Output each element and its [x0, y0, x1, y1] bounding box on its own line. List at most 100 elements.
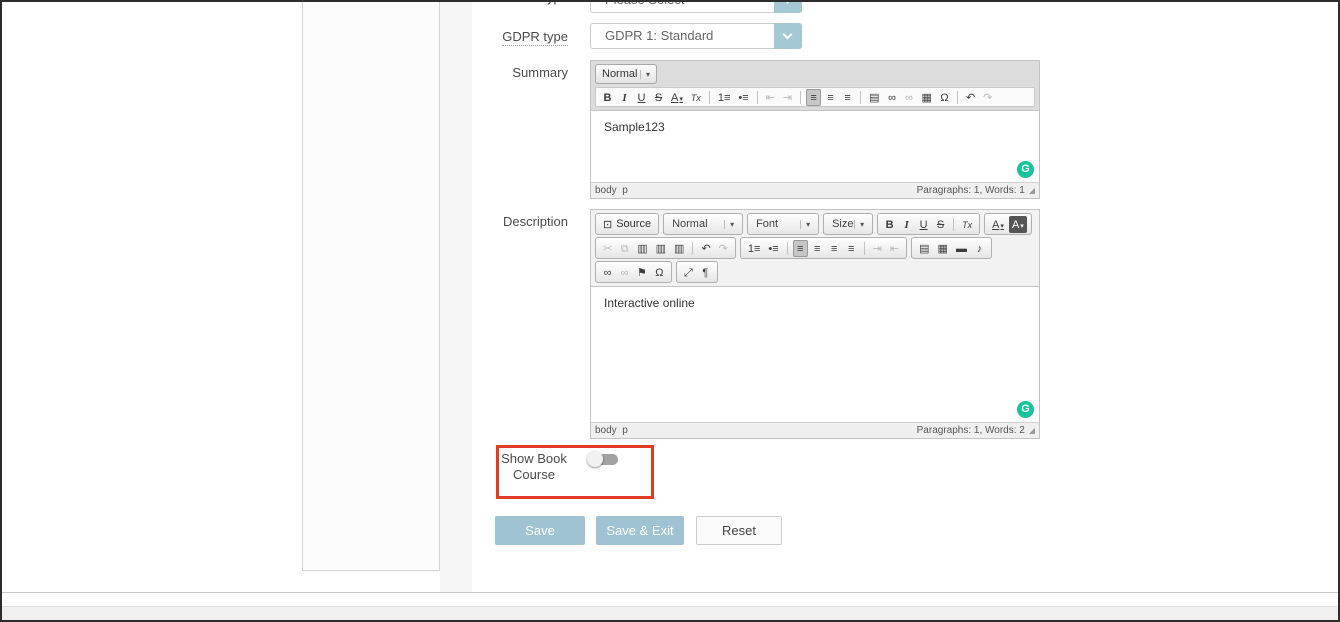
show-book-course-label: Show Book Course [498, 451, 570, 483]
chevron-down-icon: ▾ [1020, 223, 1024, 230]
description-text: Interactive online [604, 296, 695, 310]
toolbar-separator [787, 242, 788, 255]
maximize-icon[interactable]: ⤢ [681, 264, 696, 281]
outdent-icon: ⇤ [887, 240, 902, 257]
chevron-down-icon[interactable] [774, 23, 802, 49]
chevron-down-icon: ▾ [1000, 223, 1004, 230]
save-button[interactable]: Save [495, 516, 585, 545]
summary-editor-content[interactable]: Sample123 G [591, 111, 1039, 182]
description-toolbar-row: ∞∞⚑Ω⤢¶ [595, 261, 1035, 283]
table-icon[interactable]: ▦ [935, 240, 951, 257]
strikethrough-icon[interactable]: S [651, 89, 666, 106]
text-color-icon[interactable]: A▾ [668, 89, 686, 106]
italic-icon[interactable]: I [617, 89, 632, 106]
type-dropdown-value: Please Select [591, 0, 801, 12]
bg-color-icon[interactable]: A▾ [1009, 216, 1027, 233]
numbered-list-icon[interactable]: 1≡ [715, 89, 734, 106]
page-divider [2, 592, 1338, 593]
summary-label: Summary [472, 65, 568, 81]
audio-icon[interactable]: ♪ [972, 240, 987, 257]
type-label: Type [472, 0, 568, 6]
format-dropdown[interactable]: Normal ▾ [595, 64, 657, 84]
size-dropdown[interactable]: Size▾ [827, 215, 869, 233]
iframe-icon[interactable]: ▬ [953, 240, 970, 257]
align-left-icon[interactable]: ≡ [793, 240, 808, 257]
align-justify-icon[interactable]: ≡ [844, 240, 859, 257]
show-book-course-toggle[interactable] [587, 451, 619, 467]
bullet-list-icon[interactable]: •≡ [735, 89, 751, 106]
description-editor-statusbar: body p Paragraphs: 1, Words: 2 ◢ [591, 422, 1039, 438]
image-icon[interactable]: ▤ [916, 240, 932, 257]
element-path[interactable]: body p [595, 425, 628, 436]
format-dropdown[interactable]: Normal ▾ [667, 215, 739, 233]
special-char-icon[interactable]: Ω [937, 89, 952, 106]
paste-word-icon[interactable]: ▥ [671, 240, 687, 257]
align-center-icon[interactable]: ≡ [823, 89, 838, 106]
bold-icon[interactable]: B [882, 216, 897, 233]
empty-side-panel [302, 1, 440, 571]
toggle-knob [587, 451, 603, 467]
undo-icon[interactable]: ↶ [963, 89, 978, 106]
show-blocks-icon[interactable]: ¶ [698, 264, 713, 281]
align-right-icon[interactable]: ≡ [840, 89, 855, 106]
align-right-icon[interactable]: ≡ [827, 240, 842, 257]
italic-icon[interactable]: I [899, 216, 914, 233]
gdpr-type-dropdown[interactable]: GDPR 1: Standard [590, 23, 802, 49]
text-color-icon[interactable]: A▾ [989, 216, 1007, 233]
grammarly-icon[interactable]: G [1017, 401, 1034, 418]
link-icon[interactable]: ∞ [885, 89, 900, 106]
toolbar-separator [957, 91, 958, 104]
source-button-label: Source [616, 218, 651, 230]
size-group: Size▾ [823, 213, 873, 235]
indent-icon: ⇥ [780, 89, 795, 106]
source-button[interactable]: ⊡Source [599, 215, 655, 233]
resize-handle-icon[interactable]: ◢ [1029, 186, 1035, 196]
chevron-down-icon[interactable] [774, 0, 802, 13]
redo-icon: ↷ [716, 240, 731, 257]
description-editor-content[interactable]: Interactive online G [591, 287, 1039, 422]
summary-text: Sample123 [604, 120, 665, 134]
color-group: A▾A▾ [984, 213, 1032, 235]
align-center-icon[interactable]: ≡ [810, 240, 825, 257]
image-icon[interactable]: ▤ [866, 89, 882, 106]
description-label: Description [472, 214, 568, 230]
chevron-down-icon: ▾ [640, 70, 650, 79]
table-icon[interactable]: ▦ [919, 89, 935, 106]
numbered-list-icon[interactable]: 1≡ [745, 240, 764, 257]
clear-formatting-icon[interactable]: Tx [959, 216, 975, 233]
bold-icon[interactable]: B [600, 89, 615, 106]
link-icon[interactable]: ∞ [600, 264, 615, 281]
element-path[interactable]: body p [595, 185, 628, 196]
word-count: Paragraphs: 1, Words: 1 [917, 185, 1025, 196]
underline-icon[interactable]: U [634, 89, 649, 106]
chevron-down-icon: ▾ [724, 220, 734, 229]
save-and-exit-button[interactable]: Save & Exit [596, 516, 684, 545]
footer-bar [2, 606, 1338, 622]
grammarly-icon[interactable]: G [1017, 161, 1034, 178]
paste-text-icon[interactable]: ▥ [653, 240, 669, 257]
toolbar-separator [864, 242, 865, 255]
strikethrough-icon[interactable]: S [933, 216, 948, 233]
description-toolbar-row: ⊡Source Normal ▾ Font ▾ Size▾ BIUS Tx A▾A▾ [595, 213, 1035, 235]
description-toolbar-row: ✂⧉▥▥▥↶↷1≡•≡≡≡≡≡⇥⇤▤▦▬♪ [595, 237, 1035, 259]
clear-formatting-icon[interactable]: Tx [688, 89, 704, 106]
underline-icon[interactable]: U [916, 216, 931, 233]
paste-icon[interactable]: ▥ [634, 240, 650, 257]
summary-editor-statusbar: body p Paragraphs: 1, Words: 1 ◢ [591, 182, 1039, 198]
description-editor-toolbar: ⊡SourceNormal▾Font▾Size▾BIUSTxA▾A▾ ✂⧉▥▥▥… [591, 210, 1039, 287]
reset-button[interactable]: Reset [696, 516, 782, 545]
clipboard-group: ✂⧉▥▥▥↶↷ [595, 237, 736, 259]
bullet-list-icon[interactable]: •≡ [765, 240, 781, 257]
resize-handle-icon[interactable]: ◢ [1029, 426, 1035, 436]
undo-icon[interactable]: ↶ [698, 240, 713, 257]
anchor-icon[interactable]: ⚑ [634, 264, 650, 281]
font-dropdown[interactable]: Font ▾ [751, 215, 815, 233]
special-char-icon[interactable]: Ω [652, 264, 667, 281]
format-dropdown-value: Normal [672, 218, 707, 230]
links-group: ∞∞⚑Ω [595, 261, 672, 283]
font-dropdown-value: Font [756, 218, 778, 230]
align-left-icon[interactable]: ≡ [806, 89, 821, 106]
type-dropdown[interactable]: Please Select [590, 0, 802, 13]
paragraph-group: 1≡•≡≡≡≡≡⇥⇤ [740, 237, 907, 259]
chevron-down-icon: ▾ [800, 220, 810, 229]
